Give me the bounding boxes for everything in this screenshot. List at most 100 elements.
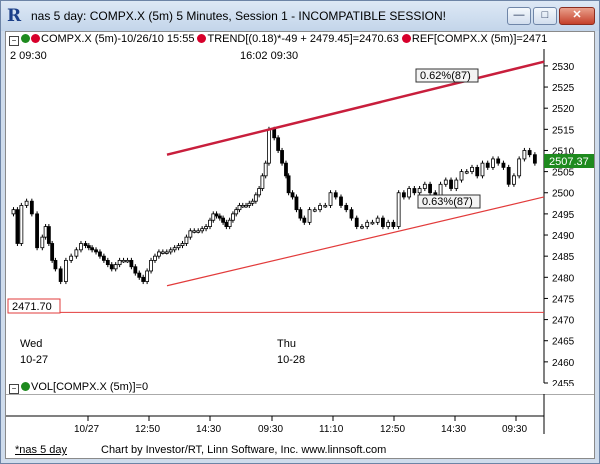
candle-body [375, 217, 380, 223]
trend-dot-icon[interactable] [197, 34, 207, 43]
candle-body [290, 192, 295, 198]
title-bar[interactable]: R nas 5 day: COMPX.X (5m) 5 Minutes, Ses… [1, 1, 599, 31]
credit-text: Chart by Investor/RT, Linn Software, Inc… [101, 444, 387, 456]
candle-body [160, 251, 165, 254]
candle-body [19, 205, 24, 244]
candle-body [35, 213, 39, 249]
candle-body [79, 243, 83, 251]
candle-body [396, 192, 401, 227]
candle-body [428, 183, 432, 194]
y-tick-label: 2525 [552, 83, 575, 94]
candle-body [381, 217, 385, 227]
candle-body [145, 270, 150, 282]
candle-body [98, 251, 102, 257]
candle-body [386, 221, 391, 227]
candle-body [129, 259, 134, 268]
close-button[interactable]: ✕ [559, 7, 595, 25]
candle-body [125, 259, 130, 263]
volume-dot-icon[interactable] [21, 382, 30, 391]
candle-body [141, 276, 146, 282]
y-tick-label: 2530 [552, 62, 575, 73]
candle-body [286, 175, 291, 194]
candle-body [250, 200, 255, 204]
candle-body [401, 192, 406, 198]
chart-window: R nas 5 day: COMPX.X (5m) 5 Minutes, Ses… [0, 0, 600, 464]
candle-body [40, 236, 45, 249]
candle-body [113, 264, 118, 270]
candle-body [294, 196, 299, 211]
window-title: nas 5 day: COMPX.X (5m) 5 Minutes, Sessi… [31, 9, 447, 23]
y-tick-label: 2470 [552, 316, 575, 327]
candle-body [422, 183, 427, 189]
candle-body [214, 213, 219, 217]
candle-body [263, 162, 268, 177]
time-label-start: 2 09:30 [10, 50, 47, 62]
candle-body [234, 209, 239, 215]
candle-body [180, 243, 185, 246]
candle-body [29, 200, 34, 215]
candle-body [53, 259, 58, 270]
volume-collapse-button[interactable]: − [9, 384, 19, 394]
chart-tab[interactable]: *nas 5 day [15, 441, 67, 459]
candle-body [58, 268, 63, 282]
candle-body [176, 245, 181, 249]
candle-body [208, 219, 212, 227]
last-price-label: 2507.37 [549, 156, 589, 168]
candle-body [496, 158, 501, 164]
indicator-dot-icon[interactable] [31, 34, 40, 43]
candle-body [83, 243, 88, 246]
candle-body [69, 255, 74, 261]
candle-body [328, 192, 333, 206]
candle-body [15, 209, 20, 244]
candle-body [517, 158, 522, 177]
x-tick-label: 10/27 [74, 424, 99, 434]
candle-body [200, 228, 205, 232]
maximize-button[interactable]: □ [533, 7, 557, 25]
candle-body [339, 196, 343, 206]
candle-body [307, 209, 312, 223]
candle-body [121, 259, 126, 263]
candle-body [157, 251, 161, 257]
candle-body [24, 200, 29, 206]
chart-client-area: − COMPX.X (5m)-10/26/10 15:55 TREND[(0.18)… [5, 31, 595, 459]
candle-body [137, 272, 142, 278]
candle-body [204, 226, 208, 230]
x-tick-label: 14:30 [441, 424, 466, 434]
candle-body [276, 137, 281, 151]
volume-legend-text[interactable]: VOL[COMPX.X (5m)]=0 [31, 381, 148, 393]
y-tick-label: 2465 [552, 337, 575, 348]
legend-trend[interactable]: TREND[(0.18)*-49 + 2479.45]=2470.63 [207, 33, 398, 45]
candle-body [312, 209, 317, 212]
candle-body [188, 230, 193, 238]
y-tick-label: 2505 [552, 168, 575, 179]
candle-body [192, 230, 197, 233]
price-series-dot-icon[interactable] [21, 34, 30, 43]
candle-body [470, 166, 474, 173]
time-label-mid: 16:02 09:30 [240, 50, 298, 62]
candle-body [280, 150, 284, 164]
price-legend: − COMPX.X (5m)-10/26/10 15:55 TREND[(0.18)… [6, 32, 594, 46]
candle-body [370, 221, 375, 225]
y-tick-label: 2500 [552, 189, 575, 200]
legend-collapse-button[interactable]: − [9, 36, 19, 46]
y-tick-label: 2515 [552, 125, 575, 136]
candle-body [443, 179, 448, 185]
legend-price[interactable]: COMPX.X (5m)-10/26/10 15:55 [41, 33, 194, 45]
legend-ref[interactable]: REF[COMPX.X (5m)]=2471 [412, 33, 547, 45]
candle-body [349, 209, 354, 219]
candle-body [365, 221, 370, 227]
candle-body [101, 255, 106, 261]
candle-body [360, 226, 364, 229]
ref-dot-icon[interactable] [401, 34, 411, 43]
x-tick-label: 12:50 [380, 424, 405, 434]
minimize-button[interactable]: — [507, 7, 531, 25]
upper-pct-label: 0.62%(87) [420, 70, 471, 82]
volume-pane[interactable]: 10/27 12:50 14:30 09:30 11:10 12:50 14:30 09:30 [6, 394, 594, 434]
candle-body [74, 249, 79, 257]
y-tick-label: 2475 [552, 294, 575, 305]
price-chart[interactable]: 2455 2460 2465 2470 2475 2480 2485 2490 2495 2500… [6, 46, 594, 386]
candle-body [94, 249, 98, 253]
candle-body [109, 264, 114, 270]
candle-body [459, 171, 464, 181]
day-date-thu: 10-28 [277, 354, 305, 366]
